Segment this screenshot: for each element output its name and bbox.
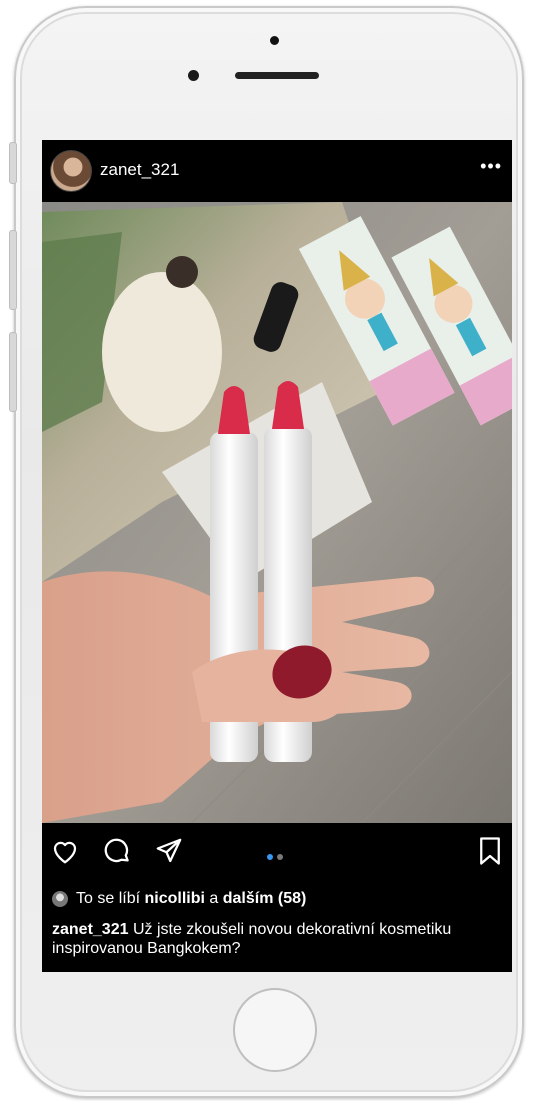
liker-username[interactable]: nicollibi bbox=[144, 890, 204, 907]
post-photo[interactable] bbox=[42, 202, 512, 823]
caption-author[interactable]: zanet_321 bbox=[52, 921, 129, 938]
front-camera bbox=[188, 70, 199, 81]
post-caption: zanet_321 Už jste zkoušeli novou dekorat… bbox=[52, 920, 502, 958]
carousel-indicator bbox=[267, 854, 283, 860]
more-dots-icon[interactable]: ••• bbox=[480, 156, 502, 177]
likes-prefix: To se líbí bbox=[76, 890, 141, 907]
paper-plane-icon[interactable] bbox=[154, 836, 184, 866]
home-button[interactable] bbox=[233, 988, 317, 1072]
instagram-post-screen: zanet_321 ••• To se líbí nicollibi a dal… bbox=[42, 140, 512, 972]
action-bar bbox=[42, 830, 512, 880]
magazine-head bbox=[166, 256, 198, 288]
likes-others[interactable]: dalším (58) bbox=[223, 890, 307, 907]
post-username[interactable]: zanet_321 bbox=[100, 160, 179, 180]
liker-avatar bbox=[52, 891, 68, 907]
likes-row[interactable]: To se líbí nicollibi a dalším (58) bbox=[52, 890, 306, 908]
earpiece-speaker bbox=[235, 72, 319, 79]
carousel-dot-active bbox=[267, 854, 273, 860]
likes-text: To se líbí nicollibi a dalším (58) bbox=[76, 890, 306, 908]
mute-switch bbox=[9, 142, 17, 184]
magazine-figure bbox=[102, 272, 222, 432]
likes-conjunction: a bbox=[209, 890, 219, 907]
heart-icon[interactable] bbox=[50, 836, 80, 866]
volume-up-button bbox=[9, 230, 17, 310]
proximity-sensor bbox=[270, 36, 279, 45]
volume-down-button bbox=[9, 332, 17, 412]
comment-bubble-icon[interactable] bbox=[102, 836, 132, 866]
bookmark-icon[interactable] bbox=[476, 836, 504, 866]
post-header: zanet_321 ••• bbox=[42, 140, 512, 200]
carousel-dot bbox=[277, 854, 283, 860]
avatar[interactable] bbox=[50, 150, 92, 192]
